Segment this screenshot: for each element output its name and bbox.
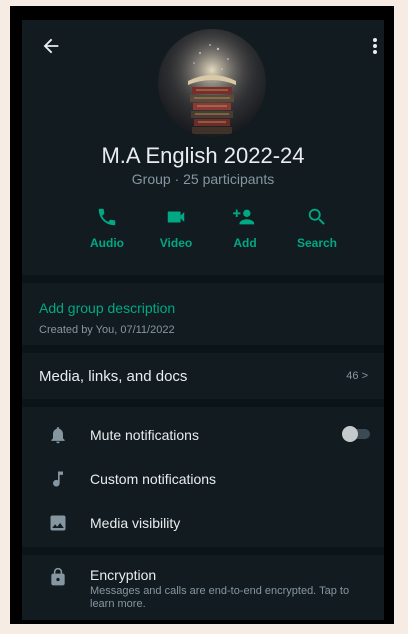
- lock-icon: [51, 567, 65, 586]
- group-name: M.A English 2022-24: [101, 143, 305, 168]
- section-divider: [22, 345, 384, 353]
- encryption-row[interactable]: Encryption Messages and calls are end-to…: [22, 555, 384, 620]
- media-visibility-label: Media visibility: [90, 515, 181, 531]
- encryption-subtitle: Messages and calls are end-to-end encryp…: [90, 585, 350, 610]
- toggle-knob: [342, 426, 358, 442]
- search-icon: [308, 208, 325, 225]
- mute-notifications-label: Mute notifications: [90, 427, 199, 443]
- add-label: Add: [233, 236, 257, 250]
- description-section: Add group description Created by You, 07…: [22, 283, 384, 345]
- add-description-link[interactable]: Add group description: [39, 300, 175, 316]
- video-icon: [167, 211, 185, 223]
- audio-label: Audio: [90, 236, 124, 250]
- custom-notifications-label: Custom notifications: [90, 471, 217, 487]
- video-call-button[interactable]: Video: [141, 206, 211, 250]
- mute-toggle[interactable]: [342, 426, 372, 442]
- back-arrow-icon[interactable]: [40, 35, 62, 57]
- settings-list: Mute notifications Custom notifications …: [22, 407, 384, 547]
- media-visibility-row[interactable]: Media visibility: [22, 501, 384, 545]
- media-count: 46 >: [346, 370, 368, 382]
- encryption-title: Encryption: [90, 567, 157, 583]
- mute-notifications-row[interactable]: Mute notifications: [22, 413, 384, 457]
- group-avatar[interactable]: [158, 29, 266, 137]
- group-header: M.A English 2022-24 Group · 25 participa…: [22, 20, 384, 275]
- search-button[interactable]: Search: [282, 206, 352, 250]
- add-person-icon: [233, 209, 255, 225]
- image-icon: [50, 515, 66, 531]
- bell-icon: [51, 427, 65, 444]
- books-picture: [158, 29, 266, 137]
- created-info: Created by You, 07/11/2022: [39, 324, 175, 336]
- audio-call-button[interactable]: Audio: [72, 206, 142, 250]
- custom-notifications-row[interactable]: Custom notifications: [22, 457, 384, 501]
- media-title: Media, links, and docs: [39, 368, 188, 385]
- add-participant-button[interactable]: Add: [210, 206, 280, 250]
- section-divider: [22, 275, 384, 283]
- section-divider: [22, 547, 384, 555]
- participants-count: Group · 25 participants: [131, 171, 275, 187]
- music-note-icon: [53, 471, 63, 487]
- media-links-docs-row[interactable]: Media, links, and docs 46 >: [22, 353, 384, 399]
- more-options-icon[interactable]: [372, 37, 378, 55]
- group-info-screen: M.A English 2022-24 Group · 25 participa…: [22, 20, 384, 620]
- video-label: Video: [159, 236, 193, 250]
- phone-icon: [98, 208, 116, 226]
- search-label: Search: [296, 236, 338, 250]
- section-divider: [22, 399, 384, 407]
